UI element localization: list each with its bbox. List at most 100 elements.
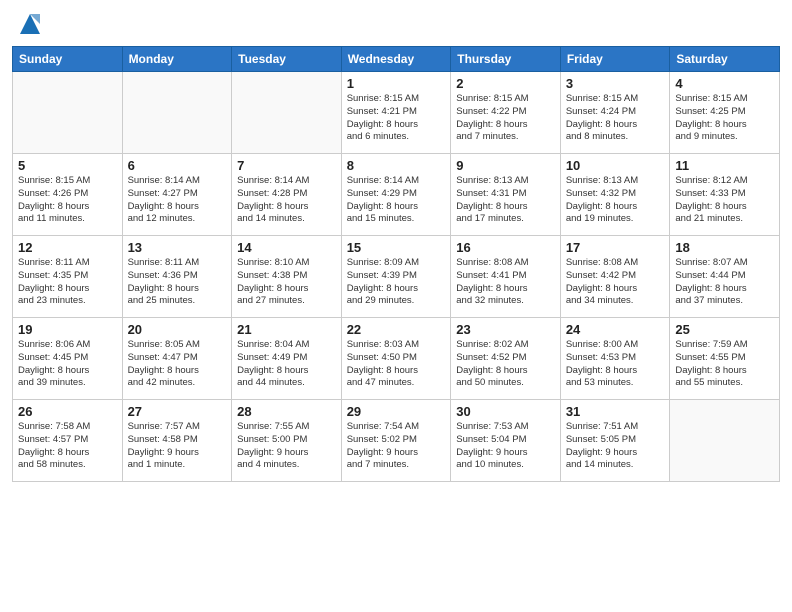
day-number: 22: [347, 322, 446, 337]
day-cell: 24 Sunrise: 8:00 AM Sunset: 4:53 PM Dayli…: [560, 318, 670, 400]
day-number: 11: [675, 158, 774, 173]
calendar-table: SundayMondayTuesdayWednesdayThursdayFrid…: [12, 46, 780, 482]
day-info: Sunrise: 8:15 AM Sunset: 4:21 PM Dayligh…: [347, 93, 446, 144]
day-info: Sunrise: 8:14 AM Sunset: 4:29 PM Dayligh…: [347, 175, 446, 226]
day-cell: 8 Sunrise: 8:14 AM Sunset: 4:29 PM Daylig…: [341, 154, 451, 236]
day-info: Sunrise: 8:09 AM Sunset: 4:39 PM Dayligh…: [347, 257, 446, 308]
day-info: Sunrise: 8:15 AM Sunset: 4:26 PM Dayligh…: [18, 175, 117, 226]
header: [12, 10, 780, 38]
weekday-header-thursday: Thursday: [451, 47, 561, 72]
day-number: 4: [675, 76, 774, 91]
day-number: 9: [456, 158, 555, 173]
day-info: Sunrise: 8:14 AM Sunset: 4:27 PM Dayligh…: [128, 175, 227, 226]
day-number: 13: [128, 240, 227, 255]
day-number: 15: [347, 240, 446, 255]
day-cell: [13, 72, 123, 154]
day-info: Sunrise: 8:07 AM Sunset: 4:44 PM Dayligh…: [675, 257, 774, 308]
day-cell: 9 Sunrise: 8:13 AM Sunset: 4:31 PM Daylig…: [451, 154, 561, 236]
day-cell: 28 Sunrise: 7:55 AM Sunset: 5:00 PM Dayli…: [232, 400, 342, 482]
day-cell: 4 Sunrise: 8:15 AM Sunset: 4:25 PM Daylig…: [670, 72, 780, 154]
week-row-1: 5 Sunrise: 8:15 AM Sunset: 4:26 PM Daylig…: [13, 154, 780, 236]
day-cell: 29Sunrise: 7:54 AM Sunset: 5:02 PM Dayli…: [341, 400, 451, 482]
day-cell: 10 Sunrise: 8:13 AM Sunset: 4:32 PM Dayli…: [560, 154, 670, 236]
day-cell: 21Sunrise: 8:04 AM Sunset: 4:49 PM Dayli…: [232, 318, 342, 400]
weekday-header-sunday: Sunday: [13, 47, 123, 72]
week-row-2: 12Sunrise: 8:11 AM Sunset: 4:35 PM Dayli…: [13, 236, 780, 318]
week-row-4: 26 Sunrise: 7:58 AM Sunset: 4:57 PM Dayli…: [13, 400, 780, 482]
day-cell: 18Sunrise: 8:07 AM Sunset: 4:44 PM Dayli…: [670, 236, 780, 318]
day-cell: 31Sunrise: 7:51 AM Sunset: 5:05 PM Dayli…: [560, 400, 670, 482]
day-cell: 5 Sunrise: 8:15 AM Sunset: 4:26 PM Daylig…: [13, 154, 123, 236]
day-number: 8: [347, 158, 446, 173]
day-cell: 11 Sunrise: 8:12 AM Sunset: 4:33 PM Dayli…: [670, 154, 780, 236]
day-cell: 17 Sunrise: 8:08 AM Sunset: 4:42 PM Dayli…: [560, 236, 670, 318]
day-number: 14: [237, 240, 336, 255]
day-info: Sunrise: 7:51 AM Sunset: 5:05 PM Dayligh…: [566, 421, 665, 472]
day-info: Sunrise: 8:00 AM Sunset: 4:53 PM Dayligh…: [566, 339, 665, 390]
day-cell: 26 Sunrise: 7:58 AM Sunset: 4:57 PM Dayli…: [13, 400, 123, 482]
day-info: Sunrise: 7:58 AM Sunset: 4:57 PM Dayligh…: [18, 421, 117, 472]
weekday-header-saturday: Saturday: [670, 47, 780, 72]
day-number: 6: [128, 158, 227, 173]
day-number: 2: [456, 76, 555, 91]
day-number: 26: [18, 404, 117, 419]
weekday-header-tuesday: Tuesday: [232, 47, 342, 72]
day-info: Sunrise: 8:13 AM Sunset: 4:32 PM Dayligh…: [566, 175, 665, 226]
day-info: Sunrise: 8:02 AM Sunset: 4:52 PM Dayligh…: [456, 339, 555, 390]
day-info: Sunrise: 8:13 AM Sunset: 4:31 PM Dayligh…: [456, 175, 555, 226]
logo-icon: [16, 10, 44, 38]
day-info: Sunrise: 8:05 AM Sunset: 4:47 PM Dayligh…: [128, 339, 227, 390]
day-cell: 23 Sunrise: 8:02 AM Sunset: 4:52 PM Dayli…: [451, 318, 561, 400]
day-number: 16: [456, 240, 555, 255]
day-cell: 6 Sunrise: 8:14 AM Sunset: 4:27 PM Daylig…: [122, 154, 232, 236]
day-number: 10: [566, 158, 665, 173]
day-info: Sunrise: 8:14 AM Sunset: 4:28 PM Dayligh…: [237, 175, 336, 226]
day-info: Sunrise: 8:12 AM Sunset: 4:33 PM Dayligh…: [675, 175, 774, 226]
day-info: Sunrise: 7:54 AM Sunset: 5:02 PM Dayligh…: [347, 421, 446, 472]
day-info: Sunrise: 8:08 AM Sunset: 4:41 PM Dayligh…: [456, 257, 555, 308]
day-cell: 16 Sunrise: 8:08 AM Sunset: 4:41 PM Dayli…: [451, 236, 561, 318]
day-number: 7: [237, 158, 336, 173]
day-cell: 20 Sunrise: 8:05 AM Sunset: 4:47 PM Dayli…: [122, 318, 232, 400]
day-info: Sunrise: 8:15 AM Sunset: 4:25 PM Dayligh…: [675, 93, 774, 144]
day-info: Sunrise: 8:10 AM Sunset: 4:38 PM Dayligh…: [237, 257, 336, 308]
day-number: 3: [566, 76, 665, 91]
day-info: Sunrise: 8:08 AM Sunset: 4:42 PM Dayligh…: [566, 257, 665, 308]
day-number: 24: [566, 322, 665, 337]
day-cell: 22 Sunrise: 8:03 AM Sunset: 4:50 PM Dayli…: [341, 318, 451, 400]
day-cell: 2Sunrise: 8:15 AM Sunset: 4:22 PM Daylig…: [451, 72, 561, 154]
day-info: Sunrise: 8:11 AM Sunset: 4:36 PM Dayligh…: [128, 257, 227, 308]
day-info: Sunrise: 8:06 AM Sunset: 4:45 PM Dayligh…: [18, 339, 117, 390]
day-number: 5: [18, 158, 117, 173]
day-info: Sunrise: 7:53 AM Sunset: 5:04 PM Dayligh…: [456, 421, 555, 472]
day-cell: 14 Sunrise: 8:10 AM Sunset: 4:38 PM Dayli…: [232, 236, 342, 318]
day-cell: [232, 72, 342, 154]
day-cell: 13 Sunrise: 8:11 AM Sunset: 4:36 PM Dayli…: [122, 236, 232, 318]
day-cell: 3 Sunrise: 8:15 AM Sunset: 4:24 PM Daylig…: [560, 72, 670, 154]
day-number: 17: [566, 240, 665, 255]
weekday-header-friday: Friday: [560, 47, 670, 72]
day-number: 28: [237, 404, 336, 419]
day-number: 1: [347, 76, 446, 91]
day-number: 30: [456, 404, 555, 419]
day-cell: 27 Sunrise: 7:57 AM Sunset: 4:58 PM Dayli…: [122, 400, 232, 482]
day-cell: 1 Sunrise: 8:15 AM Sunset: 4:21 PM Daylig…: [341, 72, 451, 154]
weekday-header-monday: Monday: [122, 47, 232, 72]
day-info: Sunrise: 8:04 AM Sunset: 4:49 PM Dayligh…: [237, 339, 336, 390]
week-row-3: 19Sunrise: 8:06 AM Sunset: 4:45 PM Dayli…: [13, 318, 780, 400]
day-number: 27: [128, 404, 227, 419]
day-number: 12: [18, 240, 117, 255]
logo: [12, 10, 44, 38]
day-cell: 19Sunrise: 8:06 AM Sunset: 4:45 PM Dayli…: [13, 318, 123, 400]
weekday-header-row: SundayMondayTuesdayWednesdayThursdayFrid…: [13, 47, 780, 72]
day-info: Sunrise: 7:59 AM Sunset: 4:55 PM Dayligh…: [675, 339, 774, 390]
day-info: Sunrise: 8:15 AM Sunset: 4:24 PM Dayligh…: [566, 93, 665, 144]
day-cell: 12Sunrise: 8:11 AM Sunset: 4:35 PM Dayli…: [13, 236, 123, 318]
day-number: 20: [128, 322, 227, 337]
day-info: Sunrise: 8:03 AM Sunset: 4:50 PM Dayligh…: [347, 339, 446, 390]
weekday-header-wednesday: Wednesday: [341, 47, 451, 72]
day-info: Sunrise: 7:55 AM Sunset: 5:00 PM Dayligh…: [237, 421, 336, 472]
day-number: 23: [456, 322, 555, 337]
day-cell: [670, 400, 780, 482]
day-info: Sunrise: 7:57 AM Sunset: 4:58 PM Dayligh…: [128, 421, 227, 472]
